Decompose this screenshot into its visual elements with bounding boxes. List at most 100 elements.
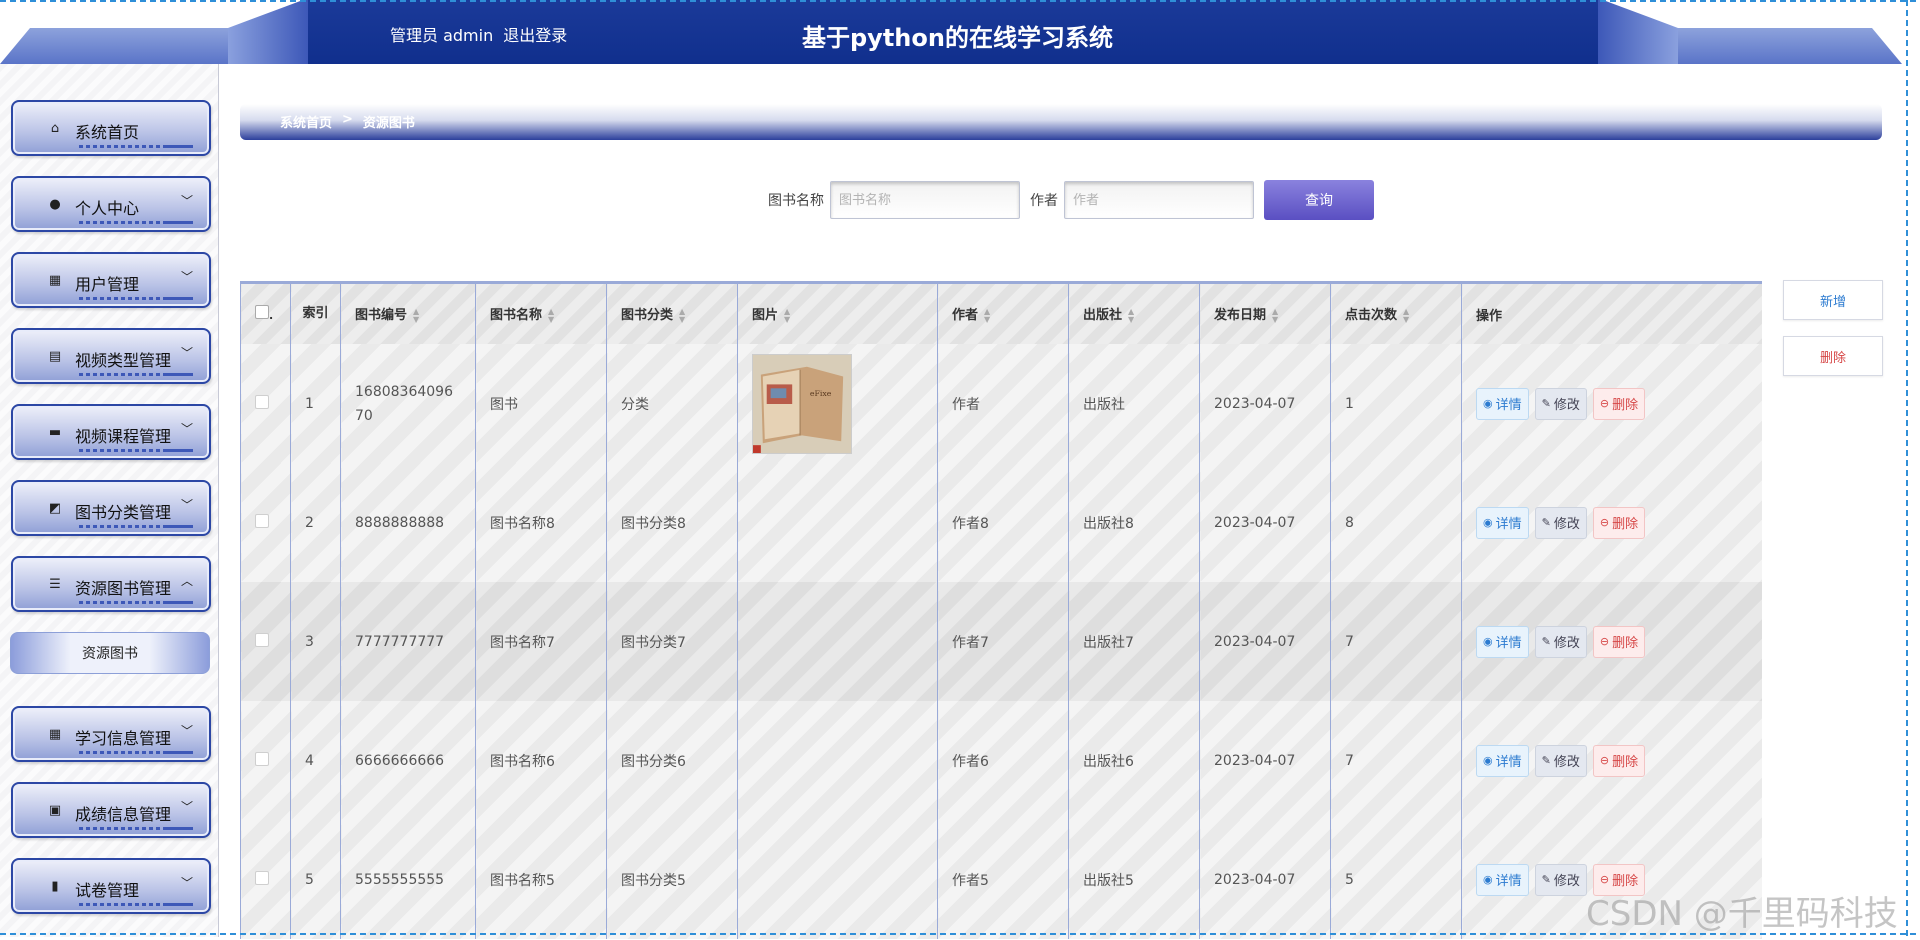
minus-circle-icon: ⊖: [1599, 397, 1610, 410]
sidebar-item-7[interactable]: ▦ 学习信息管理 ﹀: [11, 706, 211, 762]
header-name[interactable]: 图书名称 ▲ ▼: [475, 284, 607, 344]
sidebar-item-label: 视频类型管理: [75, 351, 172, 370]
minus-circle-icon: ⊖: [1599, 516, 1610, 529]
header-author[interactable]: 作者 ▲ ▼: [937, 284, 1069, 344]
row-checkbox[interactable]: [255, 513, 269, 528]
sort-icon[interactable]: ▲ ▼: [1403, 307, 1409, 324]
detail-button[interactable]: ◉ 详情: [1476, 625, 1529, 658]
cell-image: eFixe: [737, 344, 938, 463]
edit-button[interactable]: ✎ 修改: [1534, 744, 1587, 777]
edit-button[interactable]: ✎ 修改: [1534, 387, 1587, 420]
cell-category: 图书分类5: [606, 820, 738, 939]
delete-button[interactable]: ⊖ 删除: [1592, 387, 1646, 420]
row-select-cell[interactable]: [240, 820, 291, 939]
row-checkbox[interactable]: [255, 394, 269, 409]
row-select-cell[interactable]: [240, 582, 291, 701]
pencil-icon: ✎: [1541, 516, 1551, 529]
select-all-checkbox[interactable]: [255, 305, 269, 319]
logout-link[interactable]: 退出登录: [503, 22, 567, 46]
minus-circle-icon: ⊖: [1599, 873, 1610, 886]
header-clicks[interactable]: 点击次数 ▲ ▼: [1330, 284, 1462, 344]
edit-button[interactable]: ✎ 修改: [1534, 506, 1587, 539]
delete-button[interactable]: ⊖ 删除: [1592, 744, 1646, 777]
detail-button[interactable]: ◉ 详情: [1476, 506, 1529, 539]
sidebar-item-3[interactable]: ▤ 视频类型管理 ﹀: [11, 328, 211, 384]
batch-delete-button[interactable]: 删除: [1783, 336, 1883, 376]
eye-icon: ◉: [1483, 635, 1493, 648]
sidebar-item-4[interactable]: ▬ 视频课程管理 ﹀: [11, 404, 211, 460]
sort-icon[interactable]: ▲ ▼: [548, 307, 554, 324]
sidebar-item-6[interactable]: ☰ 资源图书管理 ︿: [11, 556, 211, 612]
edit-label: 修改: [1553, 874, 1580, 889]
book-thumbnail[interactable]: eFixe: [752, 353, 852, 454]
breadcrumb: 系统首页 > 资源图书: [240, 104, 1882, 140]
delete-button[interactable]: ⊖ 删除: [1592, 506, 1646, 539]
delete-button[interactable]: ⊖ 删除: [1592, 625, 1646, 658]
row-select-cell[interactable]: [240, 463, 291, 582]
sort-icon[interactable]: ▲ ▼: [984, 307, 990, 324]
cell-index: 3: [290, 582, 341, 701]
chevron-icon: ﹀: [180, 800, 193, 814]
breadcrumb-separator: >: [342, 112, 353, 127]
menu-decoration: [163, 903, 193, 906]
eye-icon: ◉: [1483, 397, 1493, 410]
detail-button[interactable]: ◉ 详情: [1476, 387, 1529, 420]
header-code[interactable]: 图书编号 ▲ ▼: [340, 284, 476, 344]
header-operations: 操作: [1461, 284, 1762, 344]
cell-name: 图书名称6: [475, 701, 607, 820]
sort-icon[interactable]: ▲ ▼: [1272, 307, 1278, 324]
pencil-icon: ✎: [1541, 754, 1551, 767]
sidebar-item-5[interactable]: ◩ 图书分类管理 ﹀: [11, 480, 211, 536]
submenu-item-resource-books[interactable]: 资源图书: [10, 632, 210, 674]
row-checkbox[interactable]: [255, 632, 269, 647]
author-input[interactable]: [1064, 181, 1254, 219]
book-name-input[interactable]: [830, 181, 1020, 219]
cell-clicks: 8: [1330, 463, 1462, 582]
table-row: 4 6666666666 图书名称6 图书分类6 作者6 出版社6 2023-04-07 7 ◉…: [240, 701, 1762, 820]
sidebar-item-2[interactable]: ▦ 用户管理 ﹀: [11, 252, 211, 308]
sidebar-item-9[interactable]: ▮ 试卷管理 ﹀: [11, 858, 211, 914]
cell-date: 2023-04-07: [1199, 820, 1331, 939]
menu-decoration: [163, 449, 193, 452]
chevron-icon: ﹀: [180, 498, 193, 512]
pencil-icon: ✎: [1541, 397, 1551, 410]
sidebar-item-8[interactable]: ▣ 成绩信息管理 ﹀: [11, 782, 211, 838]
sidebar-item-label: 用户管理: [75, 275, 140, 294]
table-row: 2 8888888888 图书名称8 图书分类8 作者8 出版社8 2023-04-07 8 ◉…: [240, 463, 1762, 582]
menu-decoration: [163, 601, 193, 604]
row-select-cell[interactable]: [240, 701, 291, 820]
detail-button[interactable]: ◉ 详情: [1476, 863, 1529, 896]
edit-button[interactable]: ✎ 修改: [1534, 625, 1587, 658]
top-border: [0, 0, 1920, 2]
sidebar-item-label: 成绩信息管理: [75, 805, 172, 824]
header-publisher[interactable]: 出版社 ▲ ▼: [1068, 284, 1200, 344]
add-button[interactable]: 新增: [1783, 280, 1883, 320]
select-all-cell[interactable]: .: [240, 284, 291, 344]
sidebar-item-1[interactable]: ● 个人中心 ﹀: [11, 176, 211, 232]
pencil-icon: ✎: [1541, 873, 1551, 886]
header-category[interactable]: 图书分类 ▲ ▼: [606, 284, 738, 344]
cell-image: [737, 463, 938, 582]
bottom-border: [0, 933, 1920, 935]
row-select-cell[interactable]: [240, 344, 291, 463]
detail-button[interactable]: ◉ 详情: [1476, 744, 1529, 777]
search-button[interactable]: 查询: [1264, 180, 1374, 220]
edit-button[interactable]: ✎ 修改: [1534, 863, 1587, 896]
row-checkbox[interactable]: [255, 751, 269, 766]
sort-icon[interactable]: ▲ ▼: [679, 307, 685, 324]
sort-icon[interactable]: ▲ ▼: [413, 307, 419, 324]
sort-icon[interactable]: ▲ ▼: [784, 307, 790, 324]
header-date[interactable]: 发布日期 ▲ ▼: [1199, 284, 1331, 344]
chevron-icon: ﹀: [180, 422, 193, 436]
user-icon: ●: [49, 196, 61, 212]
row-checkbox[interactable]: [255, 870, 269, 885]
header-image[interactable]: 图片 ▲ ▼: [737, 284, 938, 344]
eye-icon: ◉: [1483, 516, 1493, 529]
cell-image: [737, 582, 938, 701]
menu-decoration: [163, 221, 193, 224]
breadcrumb-home[interactable]: 系统首页: [280, 112, 332, 131]
sort-icon[interactable]: ▲ ▼: [1128, 307, 1134, 324]
cell-code: 1680836409670: [340, 344, 476, 463]
list-icon: ☰: [49, 576, 61, 592]
sidebar-item-0[interactable]: ⌂ 系统首页: [11, 100, 211, 156]
